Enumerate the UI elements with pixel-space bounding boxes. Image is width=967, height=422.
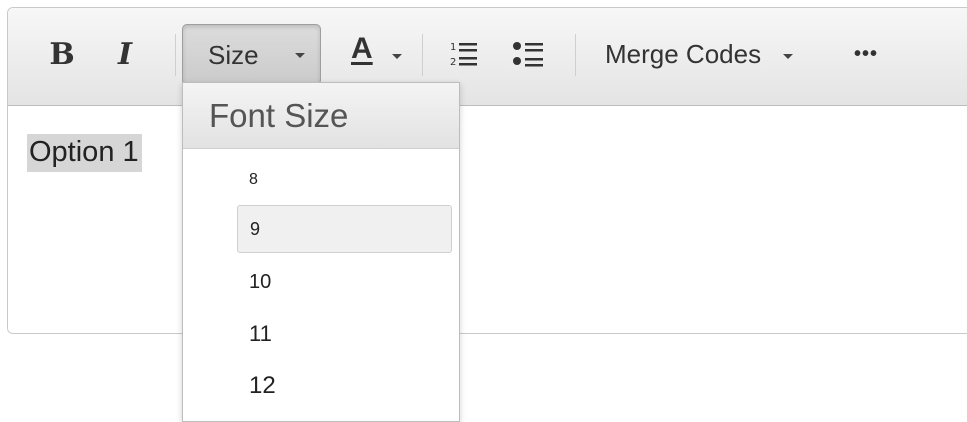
- option-label: 10: [249, 270, 272, 293]
- font-size-option-11[interactable]: 11: [237, 310, 452, 358]
- italic-icon: I: [117, 36, 133, 72]
- font-size-button-label: Size: [208, 40, 259, 70]
- merge-codes-label: Merge Codes: [605, 38, 762, 69]
- italic-button[interactable]: I: [105, 34, 145, 74]
- option-label: 12: [249, 372, 276, 399]
- font-size-option-10[interactable]: 10: [237, 258, 452, 306]
- chevron-down-icon: [392, 54, 402, 59]
- font-size-option-12[interactable]: 12: [237, 362, 452, 410]
- font-color-icon: A: [351, 32, 373, 65]
- font-size-dropdown: Font Size 8 9 10 11 12: [182, 82, 460, 422]
- font-color-button[interactable]: A: [351, 32, 407, 78]
- option-label: 9: [250, 218, 261, 239]
- toolbar-divider: [175, 34, 176, 76]
- chevron-down-icon: [295, 53, 305, 58]
- toolbar-divider: [422, 34, 423, 76]
- merge-codes-button[interactable]: Merge Codes: [605, 36, 794, 72]
- editor-toolbar: B I Size A 1 2 Merge Codes •••: [8, 8, 967, 106]
- ordered-list-button[interactable]: 1 2: [444, 34, 484, 74]
- more-icon: •••: [853, 42, 878, 65]
- editor-content[interactable]: Option 1: [8, 106, 967, 333]
- unordered-list-button[interactable]: [508, 34, 548, 74]
- chevron-down-icon: [783, 53, 794, 59]
- svg-text:1: 1: [450, 42, 456, 53]
- ordered-list-icon: 1 2: [450, 42, 477, 68]
- more-options-button[interactable]: •••: [843, 34, 889, 74]
- toolbar-divider: [575, 34, 576, 76]
- font-size-option-8[interactable]: 8: [237, 156, 452, 204]
- font-size-option-9[interactable]: 9: [237, 205, 452, 253]
- bold-button[interactable]: B: [42, 34, 82, 74]
- unordered-list-icon: [513, 42, 543, 67]
- svg-text:2: 2: [450, 57, 456, 68]
- rich-text-editor: B I Size A 1 2 Merge Codes ••• Option 1: [7, 7, 967, 334]
- selected-text[interactable]: Option 1: [27, 134, 142, 172]
- dropdown-header: Font Size: [183, 83, 459, 149]
- bold-icon: B: [49, 36, 75, 72]
- option-label: 11: [249, 321, 272, 346]
- option-label: 8: [249, 171, 258, 188]
- font-size-button[interactable]: Size: [182, 24, 321, 85]
